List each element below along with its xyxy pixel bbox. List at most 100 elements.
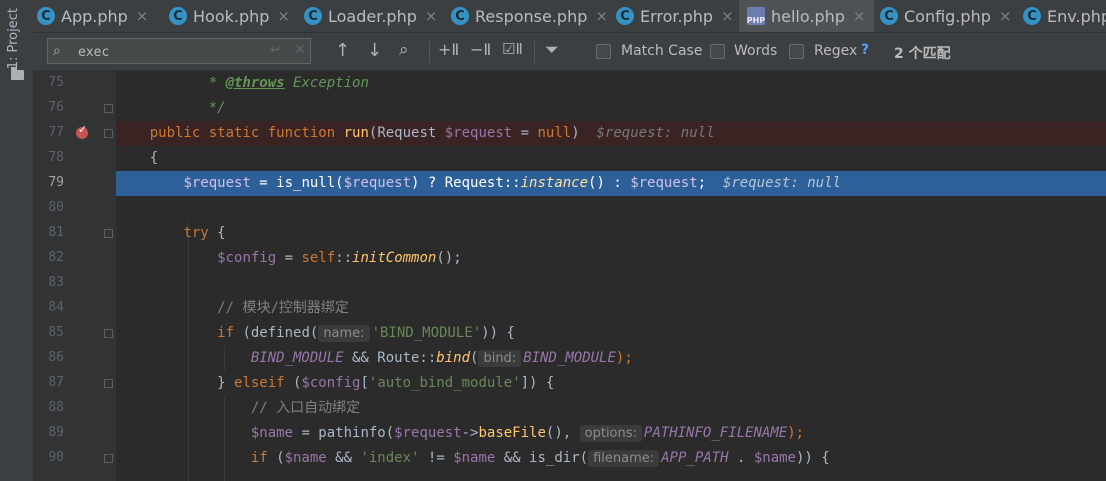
code-line-execution-point[interactable]: $request = is_null($request) ? Request::… [116,171,1106,196]
tab-response-php[interactable]: C Response.php × [451,0,608,32]
inline-debug-value: $request: null [579,125,715,141]
parameter-hint: name: [318,325,370,342]
regex-label[interactable]: Regex [814,43,857,59]
tab-app-php[interactable]: C App.php × [37,0,148,32]
code-line[interactable]: if (defined(name: 'BIND_MODULE')) { [116,321,1106,346]
fold-marker-icon[interactable] [104,329,113,338]
line-number: 78 [48,150,64,165]
class-icon: C [616,7,634,25]
php-file-icon: PHP [747,7,765,25]
filter-icon[interactable]: ⏷ [545,40,559,60]
code-line[interactable]: { [116,146,1106,171]
code-line[interactable] [116,271,1106,296]
breakpoint-icon[interactable] [76,123,88,139]
line-number: 82 [48,250,64,265]
search-box[interactable]: ⌕ ↵ ✕ [47,38,311,64]
tab-config-php[interactable]: C Config.php × [880,0,1011,32]
tab-label: Env.php [1047,6,1106,26]
add-occurrence-icon[interactable]: +Ⅱ [438,40,459,59]
tab-label: Hook.php [193,6,270,26]
code-line[interactable]: * @throws Exception [116,71,1106,96]
code-line[interactable]: BIND_MODULE && Route::bind(bind: BIND_MOD… [116,346,1106,371]
close-icon[interactable]: × [595,7,608,25]
line-number: 77 [48,125,64,140]
class-icon: C [304,7,322,25]
code-line[interactable]: $name = pathinfo($request->baseFile(), o… [116,421,1106,446]
match-count: 2 个匹配 [894,46,951,62]
project-tool-button[interactable]: 1: Project [6,8,21,69]
regex-checkbox[interactable] [789,44,804,59]
find-bar: ⌕ ↵ ✕ ↑ ↓ ⌕ +Ⅱ −Ⅱ ☑Ⅱ ⏷ Match Case Words … [33,33,1106,71]
line-number: 86 [48,350,64,365]
inline-debug-value: $request: null [706,175,841,191]
tab-env-php[interactable]: C Env.php [1023,0,1106,32]
class-icon: C [37,7,55,25]
remove-occurrence-icon[interactable]: −Ⅱ [470,40,491,59]
words-checkbox[interactable] [710,44,725,59]
code-editor[interactable]: * @throws Exception */ public static fun… [116,71,1106,481]
close-icon[interactable]: × [136,7,149,25]
line-number: 90 [48,450,64,465]
tab-hello-php[interactable]: PHP hello.php × [739,0,874,32]
close-icon[interactable]: × [721,7,734,25]
class-icon: C [169,7,187,25]
line-number: 88 [48,400,64,415]
tab-loader-php[interactable]: C Loader.php × [304,0,437,32]
tab-error-php[interactable]: C Error.php × [616,0,734,32]
parameter-hint: options: [579,425,642,442]
code-line[interactable]: try { [116,221,1106,246]
find-all-icon[interactable]: ⌕ [399,40,409,60]
fold-marker-icon[interactable] [104,104,113,113]
parameter-hint: bind: [478,350,522,367]
code-line[interactable]: $config = self::initCommon(); [116,246,1106,271]
tab-label: Loader.php [328,6,417,26]
words-label[interactable]: Words [734,43,777,59]
close-icon[interactable]: × [853,7,866,25]
separator [429,41,430,63]
folder-icon [11,67,24,80]
tab-label: Config.php [904,6,991,26]
close-icon[interactable]: × [425,7,438,25]
regex-help-link[interactable]: ? [861,42,869,58]
fold-marker-icon[interactable] [104,379,113,388]
parameter-hint: filename: [588,450,660,467]
line-number-current: 79 [48,175,64,190]
search-input[interactable] [76,41,270,63]
code-line[interactable] [116,196,1106,221]
match-case-checkbox[interactable] [596,44,611,59]
tab-label: Response.php [475,6,588,26]
project-tool-window-bar: 1: Project [0,0,34,481]
line-number: 87 [48,375,64,390]
search-history-icon[interactable]: ⌕ [53,43,61,59]
fold-marker-icon[interactable] [104,129,113,138]
line-number: 85 [48,325,64,340]
line-number: 81 [48,225,64,240]
line-number: 76 [48,100,64,115]
match-case-label[interactable]: Match Case [621,43,702,59]
new-line-icon[interactable]: ↵ [270,42,282,58]
code-line[interactable]: // 入口自动绑定 [116,396,1106,421]
clear-search-icon[interactable]: ✕ [294,42,306,58]
line-number: 75 [48,75,64,90]
previous-occurrence-icon[interactable]: ↑ [335,40,350,61]
line-number: 83 [48,275,64,290]
select-all-occurrences-icon[interactable]: ☑Ⅱ [502,40,523,58]
code-line[interactable]: if ($name && 'index' != $name && is_dir(… [116,446,1106,471]
code-line[interactable]: } elseif ($config['auto_bind_module']) { [116,371,1106,396]
tab-hook-php[interactable]: C Hook.php × [169,0,290,32]
class-icon: C [451,7,469,25]
tab-label: Error.php [640,6,714,26]
close-icon[interactable]: × [277,7,290,25]
code-line-breakpoint[interactable]: public static function run(Request $requ… [116,121,1106,146]
next-occurrence-icon[interactable]: ↓ [367,40,382,61]
close-icon[interactable]: × [999,7,1012,25]
separator [534,41,535,63]
fold-marker-icon[interactable] [104,229,113,238]
line-number: 80 [48,200,64,215]
fold-marker-icon[interactable] [104,454,113,463]
code-line[interactable]: */ [116,96,1106,121]
code-line[interactable]: // 模块/控制器绑定 [116,296,1106,321]
line-number: 84 [48,300,64,315]
editor-gutter[interactable]: 75 76 77 78 79 80 81 82 83 84 85 86 87 8… [34,71,116,481]
line-number: 89 [48,425,64,440]
